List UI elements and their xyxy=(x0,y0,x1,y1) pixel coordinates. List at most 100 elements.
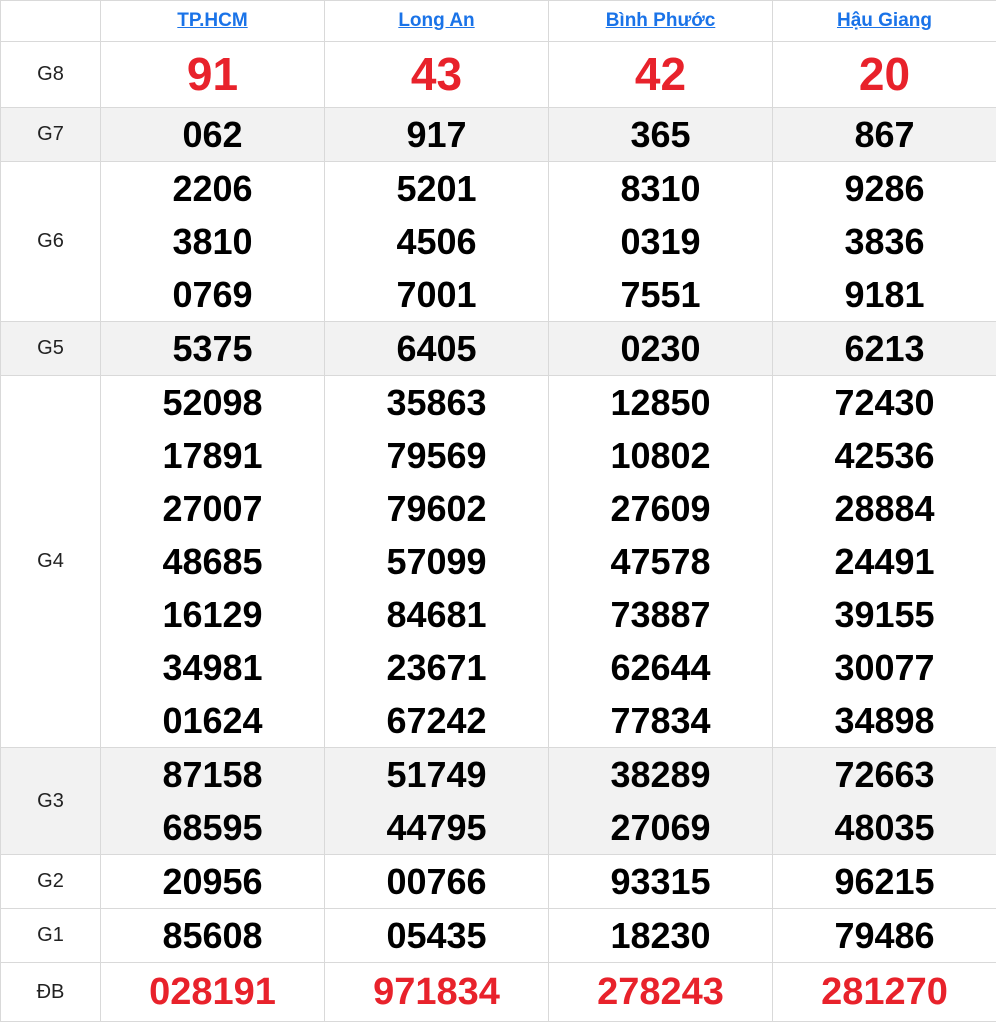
province-link-hau-giang[interactable]: Hậu Giang xyxy=(837,10,932,31)
prize-cell: 9286 3836 9181 xyxy=(772,161,996,322)
prize-row-g7: G7 062 917 365 867 xyxy=(0,107,996,162)
prize-label: G4 xyxy=(0,375,101,748)
prize-number: 7551 xyxy=(620,274,701,315)
prize-number: 20 xyxy=(858,48,911,100)
prize-number: 6405 xyxy=(396,328,477,369)
prize-number: 18230 xyxy=(610,915,711,956)
prize-number: 4506 xyxy=(396,221,477,262)
prize-cell: 12850 10802 27609 47578 73887 62644 77834 xyxy=(548,375,773,748)
prize-cell: 52098 17891 27007 48685 16129 34981 01624 xyxy=(100,375,325,748)
prize-number: 79486 xyxy=(834,915,935,956)
prize-cell: 278243 xyxy=(548,962,773,1022)
prize-cell: 6405 xyxy=(324,321,549,376)
prize-cell: 87158 68595 xyxy=(100,747,325,855)
prize-number: 867 xyxy=(854,114,915,155)
prize-row-g4: G4 52098 17891 27007 48685 16129 34981 01624 358… xyxy=(0,375,996,748)
prize-number: 43 xyxy=(410,48,463,100)
prize-number: 0769 xyxy=(172,274,253,315)
prize-cell: 96215 xyxy=(772,854,996,909)
province-header: Long An xyxy=(324,0,549,42)
province-link-long-an[interactable]: Long An xyxy=(398,10,474,31)
prize-number: 971834 xyxy=(373,970,500,1013)
prize-cell: 72430 42536 28884 24491 39155 30077 34898 xyxy=(772,375,996,748)
prize-number: 9181 xyxy=(844,274,925,315)
prize-number: 52098 xyxy=(162,382,263,423)
prize-number: 34898 xyxy=(834,700,935,741)
prize-number: 38289 xyxy=(610,754,711,795)
prize-cell: 91 xyxy=(100,41,325,108)
prize-number: 42 xyxy=(634,48,687,100)
prize-cell: 971834 xyxy=(324,962,549,1022)
prize-number: 2206 xyxy=(172,168,253,209)
prize-number: 00766 xyxy=(386,861,487,902)
prize-number: 91 xyxy=(186,48,239,100)
results-body: G8 91 43 42 20 G7 062 917 365 867 G6 2206 3810 0769 52… xyxy=(0,41,996,1022)
province-link-tphcm[interactable]: TP.HCM xyxy=(177,10,247,31)
prize-cell: 5201 4506 7001 xyxy=(324,161,549,322)
prize-number: 42536 xyxy=(834,435,935,476)
lottery-results-table: TP.HCM Long An Bình Phước Hậu Giang G8 91… xyxy=(0,0,996,1022)
prize-number: 39155 xyxy=(834,594,935,635)
prize-number: 8310 xyxy=(620,168,701,209)
prize-number: 77834 xyxy=(610,700,711,741)
prize-cell: 72663 48035 xyxy=(772,747,996,855)
prize-number: 17891 xyxy=(162,435,263,476)
province-link-binh-phuoc[interactable]: Bình Phước xyxy=(606,10,716,31)
prize-number: 27069 xyxy=(610,807,711,848)
prize-number: 84681 xyxy=(386,594,487,635)
prize-number: 85608 xyxy=(162,915,263,956)
prize-number: 20956 xyxy=(162,861,263,902)
prize-row-g2: G2 20956 00766 93315 96215 xyxy=(0,854,996,909)
prize-number: 0230 xyxy=(620,328,701,369)
header-row: TP.HCM Long An Bình Phước Hậu Giang xyxy=(0,0,996,42)
prize-cell: 43 xyxy=(324,41,549,108)
prize-row-g1: G1 85608 05435 18230 79486 xyxy=(0,908,996,963)
prize-number: 3810 xyxy=(172,221,253,262)
prize-number: 79569 xyxy=(386,435,487,476)
prize-number: 062 xyxy=(182,114,243,155)
prize-cell: 51749 44795 xyxy=(324,747,549,855)
prize-number: 96215 xyxy=(834,861,935,902)
prize-cell: 281270 xyxy=(772,962,996,1022)
province-header: TP.HCM xyxy=(100,0,325,42)
prize-label: G8 xyxy=(0,41,101,108)
prize-number: 5375 xyxy=(172,328,253,369)
prize-label: G2 xyxy=(0,854,101,909)
prize-number: 44795 xyxy=(386,807,487,848)
prize-number: 93315 xyxy=(610,861,711,902)
prize-number: 6213 xyxy=(844,328,925,369)
prize-label: G7 xyxy=(0,107,101,162)
prize-number: 27007 xyxy=(162,488,263,529)
prize-label: G6 xyxy=(0,161,101,322)
prize-number: 67242 xyxy=(386,700,487,741)
prize-label: G1 xyxy=(0,908,101,963)
prize-label: G5 xyxy=(0,321,101,376)
prize-row-g6: G6 2206 3810 0769 5201 4506 7001 8310 0319 7551 92… xyxy=(0,161,996,322)
prize-number: 05435 xyxy=(386,915,487,956)
prize-number: 68595 xyxy=(162,807,263,848)
prize-cell: 028191 xyxy=(100,962,325,1022)
prize-label: ĐB xyxy=(0,962,101,1022)
prize-cell: 20 xyxy=(772,41,996,108)
prize-number: 9286 xyxy=(844,168,925,209)
prize-number: 3836 xyxy=(844,221,925,262)
prize-number: 47578 xyxy=(610,541,711,582)
prize-cell: 79486 xyxy=(772,908,996,963)
prize-number: 28884 xyxy=(834,488,935,529)
prize-cell: 2206 3810 0769 xyxy=(100,161,325,322)
prize-number: 917 xyxy=(406,114,467,155)
prize-cell: 18230 xyxy=(548,908,773,963)
prize-number: 23671 xyxy=(386,647,487,688)
prize-cell: 93315 xyxy=(548,854,773,909)
prize-cell: 6213 xyxy=(772,321,996,376)
prize-number: 16129 xyxy=(162,594,263,635)
province-header: Hậu Giang xyxy=(772,0,996,42)
prize-number: 48035 xyxy=(834,807,935,848)
prize-cell: 05435 xyxy=(324,908,549,963)
prize-number: 87158 xyxy=(162,754,263,795)
prize-row-g8: G8 91 43 42 20 xyxy=(0,41,996,108)
prize-number: 27609 xyxy=(610,488,711,529)
prize-number: 028191 xyxy=(149,970,276,1013)
prize-number: 01624 xyxy=(162,700,263,741)
prize-number: 73887 xyxy=(610,594,711,635)
